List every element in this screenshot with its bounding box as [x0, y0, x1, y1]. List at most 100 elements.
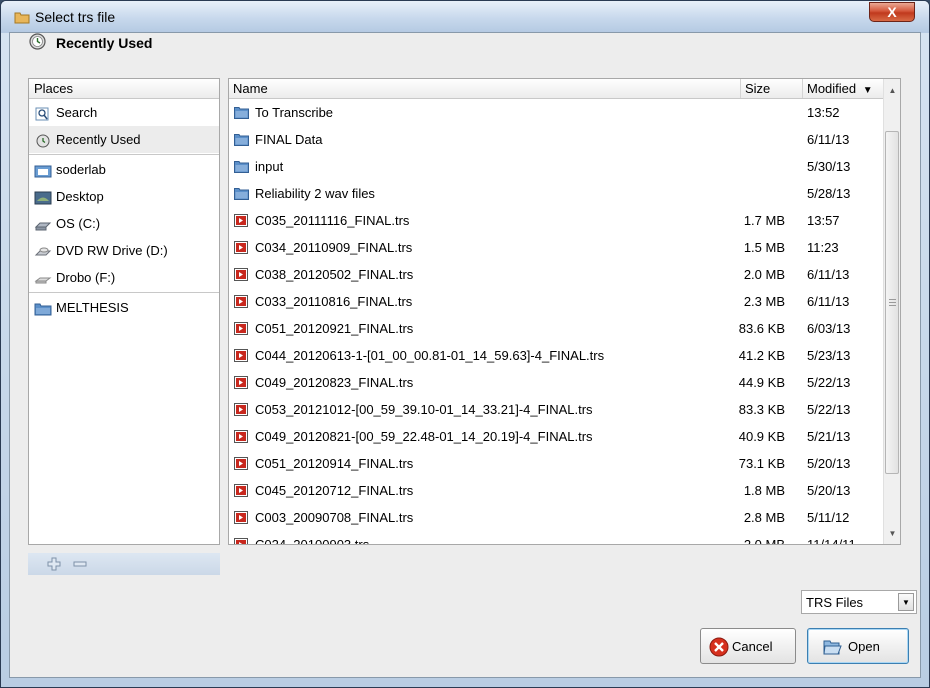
- file-modified: 13:57: [807, 213, 840, 228]
- trs-file-icon: [234, 457, 248, 470]
- trs-file-icon: [234, 511, 248, 524]
- location-label: Recently Used: [56, 35, 153, 51]
- add-bookmark-icon[interactable]: [46, 556, 62, 572]
- file-name: C024_20100903.trs: [255, 537, 370, 545]
- file-row[interactable]: C033_20110816_FINAL.trs 2.3 MB 6/11/13: [229, 288, 883, 315]
- file-rows: To Transcribe 13:52 FINAL Data 6/11/13 input…: [229, 99, 883, 545]
- place-label: Search: [56, 105, 98, 120]
- desktop-icon: [34, 191, 52, 205]
- file-modified: 6/11/13: [807, 294, 850, 309]
- file-name: FINAL Data: [255, 132, 323, 147]
- file-name: To Transcribe: [255, 105, 334, 120]
- file-type-filter[interactable]: TRS Files ▼: [801, 590, 917, 614]
- file-row[interactable]: To Transcribe 13:52: [229, 99, 883, 126]
- place-label: Desktop: [56, 189, 104, 204]
- file-dialog-window: Select trs file X Recently Used Places S…: [0, 0, 930, 688]
- file-size: 40.9 KB: [738, 429, 785, 444]
- place-item-search[interactable]: Search: [29, 99, 219, 126]
- file-size: 73.1 KB: [738, 456, 785, 471]
- trs-file-icon: [234, 349, 248, 362]
- file-list-header: Name Size Modified ▼: [229, 79, 883, 99]
- file-row[interactable]: C034_20110909_FINAL.trs 1.5 MB 11:23: [229, 234, 883, 261]
- file-row[interactable]: C049_20120821-[00_59_22.48-01_14_20.19]-…: [229, 423, 883, 450]
- file-row[interactable]: Reliability 2 wav files 5/28/13: [229, 180, 883, 207]
- place-item-os-c[interactable]: OS (C:): [29, 210, 219, 237]
- file-row[interactable]: C049_20120823_FINAL.trs 44.9 KB 5/22/13: [229, 369, 883, 396]
- scroll-down-arrow-icon[interactable]: ▼: [884, 525, 900, 542]
- scrollbar-thumb[interactable]: [885, 131, 899, 474]
- file-row[interactable]: C003_20090708_FINAL.trs 2.8 MB 5/11/12: [229, 504, 883, 531]
- file-size: 44.9 KB: [738, 375, 785, 390]
- column-header-size[interactable]: Size: [741, 79, 803, 98]
- place-item-dvd-d[interactable]: DVD RW Drive (D:): [29, 237, 219, 264]
- cancel-button[interactable]: Cancel: [700, 628, 796, 664]
- trs-file-icon: [234, 430, 248, 443]
- open-folder-icon: [823, 640, 842, 655]
- trs-file-icon: [234, 268, 248, 281]
- file-modified: 5/28/13: [807, 186, 851, 201]
- vertical-scrollbar[interactable]: ▲ ▼: [883, 79, 900, 544]
- folder-icon: [234, 134, 249, 146]
- column-header-name[interactable]: Name: [229, 79, 741, 98]
- file-row[interactable]: C044_20120613-1-[01_00_00.81-01_14_59.63…: [229, 342, 883, 369]
- open-label: Open: [848, 639, 880, 654]
- file-size: 2.0 MB: [743, 537, 785, 545]
- file-row[interactable]: input 5/30/13: [229, 153, 883, 180]
- file-row[interactable]: FINAL Data 6/11/13: [229, 126, 883, 153]
- file-size: 83.3 KB: [738, 402, 785, 417]
- place-item-recently-used[interactable]: Recently Used: [29, 126, 219, 153]
- trs-file-icon: [234, 295, 248, 308]
- file-name: C053_20121012-[00_59_39.10-01_14_33.21]-…: [255, 402, 593, 417]
- file-row[interactable]: C053_20121012-[00_59_39.10-01_14_33.21]-…: [229, 396, 883, 423]
- file-row[interactable]: C024_20100903.trs 2.0 MB 11/14/11: [229, 531, 883, 545]
- file-modified: 11:23: [807, 240, 839, 255]
- file-size: 1.8 MB: [743, 483, 785, 498]
- places-header[interactable]: Places: [29, 79, 219, 99]
- file-modified: 6/11/13: [807, 132, 850, 147]
- trs-file-icon: [234, 322, 248, 335]
- file-name: C049_20120821-[00_59_22.48-01_14_20.19]-…: [255, 429, 593, 444]
- title-bar[interactable]: Select trs file X: [1, 1, 929, 33]
- place-item-desktop[interactable]: Desktop: [29, 183, 219, 210]
- close-button[interactable]: X: [869, 2, 915, 22]
- folder-icon: [234, 161, 249, 173]
- file-name: C003_20090708_FINAL.trs: [255, 510, 414, 525]
- place-label: OS (C:): [56, 216, 101, 231]
- trs-file-icon: [234, 214, 248, 227]
- file-size: 2.3 MB: [743, 294, 785, 309]
- chevron-down-icon[interactable]: ▼: [898, 593, 914, 611]
- open-button[interactable]: Open: [807, 628, 909, 664]
- file-row[interactable]: C051_20120921_FINAL.trs 83.6 KB 6/03/13: [229, 315, 883, 342]
- file-modified: 6/03/13: [807, 321, 851, 336]
- file-modified: 5/20/13: [807, 483, 851, 498]
- file-name: input: [255, 159, 284, 174]
- place-item-melthesis[interactable]: MELTHESIS: [29, 294, 219, 321]
- place-label: DVD RW Drive (D:): [56, 243, 168, 258]
- file-size: 41.2 KB: [738, 348, 785, 363]
- place-label: Recently Used: [56, 132, 141, 147]
- file-row[interactable]: C035_20111116_FINAL.trs 1.7 MB 13:57: [229, 207, 883, 234]
- file-modified: 5/11/12: [807, 510, 850, 525]
- file-name: C044_20120613-1-[01_00_00.81-01_14_59.63…: [255, 348, 605, 363]
- trs-file-icon: [234, 403, 248, 416]
- place-item-soderlab[interactable]: soderlab: [29, 156, 219, 183]
- remove-bookmark-icon[interactable]: [72, 556, 88, 572]
- file-modified: 6/11/13: [807, 267, 850, 282]
- file-size: 2.0 MB: [743, 267, 785, 282]
- file-row[interactable]: C038_20120502_FINAL.trs 2.0 MB 6/11/13: [229, 261, 883, 288]
- hard-drive-icon: [34, 222, 52, 231]
- optical-drive-icon: [34, 247, 52, 256]
- file-name: C051_20120914_FINAL.trs: [255, 456, 414, 471]
- file-row[interactable]: C051_20120914_FINAL.trs 73.1 KB 5/20/13: [229, 450, 883, 477]
- file-size: 1.7 MB: [743, 213, 785, 228]
- column-header-modified[interactable]: Modified ▼: [803, 79, 883, 98]
- file-name: C051_20120921_FINAL.trs: [255, 321, 414, 336]
- places-divider: [29, 154, 219, 155]
- place-item-drobo-f[interactable]: Drobo (F:): [29, 264, 219, 291]
- trs-file-icon: [234, 241, 248, 254]
- file-row[interactable]: C045_20120712_FINAL.trs 1.8 MB 5/20/13: [229, 477, 883, 504]
- file-name: C045_20120712_FINAL.trs: [255, 483, 414, 498]
- column-header-modified-label: Modified: [807, 81, 857, 96]
- file-modified: 11/14/11: [807, 537, 856, 545]
- scroll-up-arrow-icon[interactable]: ▲: [884, 82, 900, 99]
